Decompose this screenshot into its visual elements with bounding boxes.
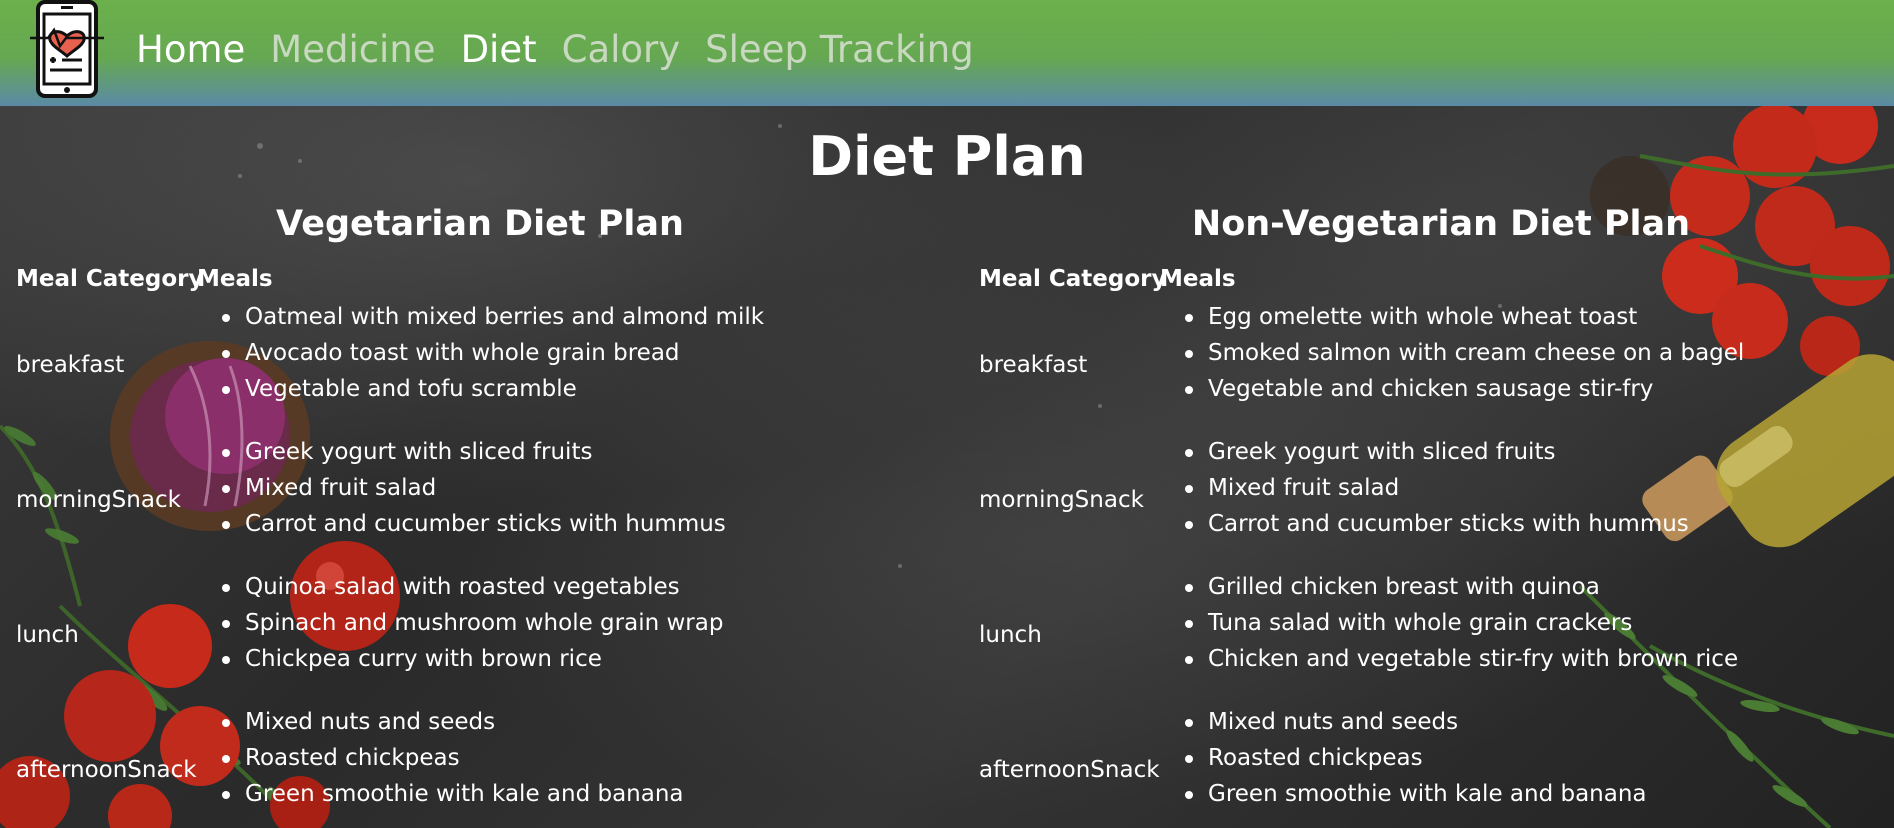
nonveg-header-meals: Meals	[1160, 266, 1236, 292]
list-item: Chicken and vegetable stir-fry with brow…	[1185, 641, 1738, 677]
list-item: Green smoothie with kale and banana	[1185, 776, 1647, 812]
list-item: Mixed fruit salad	[1185, 470, 1689, 506]
non-vegetarian-section-title: Non-Vegetarian Diet Plan	[1191, 204, 1691, 244]
veg-category-breakfast: breakfast	[16, 352, 125, 378]
nonveg-breakfast-meal-list: Egg omelette with whole wheat toast Smok…	[1185, 299, 1744, 407]
list-item: Chickpea curry with brown rice	[222, 641, 723, 677]
veg-morning-snack-meal-list: Greek yogurt with sliced fruits Mixed fr…	[222, 434, 726, 542]
nav-medicine-link[interactable]: Medicine	[270, 20, 435, 80]
nonveg-header-category: Meal Category	[979, 266, 1167, 292]
list-item: Egg omelette with whole wheat toast	[1185, 299, 1744, 335]
nav-diet-link[interactable]: Diet	[461, 20, 537, 80]
veg-category-morning-snack: morningSnack	[16, 487, 181, 513]
vegetarian-section-title: Vegetarian Diet Plan	[276, 204, 684, 244]
nonveg-category-morning-snack: morningSnack	[979, 487, 1144, 513]
list-item: Carrot and cucumber sticks with hummus	[222, 506, 726, 542]
veg-breakfast-meal-list: Oatmeal with mixed berries and almond mi…	[222, 299, 764, 407]
veg-lunch-meal-list: Quinoa salad with roasted vegetables Spi…	[222, 569, 723, 677]
nonveg-category-breakfast: breakfast	[979, 352, 1088, 378]
veg-header-meals: Meals	[197, 266, 273, 292]
veg-afternoon-snack-meal-list: Mixed nuts and seeds Roasted chickpeas G…	[222, 704, 684, 812]
veg-category-afternoon-snack: afternoonSnack	[16, 757, 197, 783]
list-item: Avocado toast with whole grain bread	[222, 335, 764, 371]
nonveg-lunch-meal-list: Grilled chicken breast with quinoa Tuna …	[1185, 569, 1738, 677]
nonveg-category-afternoon-snack: afternoonSnack	[979, 757, 1160, 783]
page-title: Diet Plan	[808, 125, 1086, 188]
nav-sleep-tracking-link[interactable]: Sleep Tracking	[705, 20, 974, 80]
list-item: Quinoa salad with roasted vegetables	[222, 569, 723, 605]
list-item: Spinach and mushroom whole grain wrap	[222, 605, 723, 641]
list-item: Tuna salad with whole grain crackers	[1185, 605, 1738, 641]
list-item: Roasted chickpeas	[1185, 740, 1647, 776]
nav-calory-link[interactable]: Calory	[562, 20, 681, 80]
list-item: Grilled chicken breast with quinoa	[1185, 569, 1738, 605]
list-item: Carrot and cucumber sticks with hummus	[1185, 506, 1689, 542]
medical-phone-heart-icon[interactable]	[28, 0, 112, 100]
list-item: Mixed nuts and seeds	[1185, 704, 1647, 740]
list-item: Oatmeal with mixed berries and almond mi…	[222, 299, 764, 335]
veg-category-lunch: lunch	[16, 622, 79, 648]
list-item: Green smoothie with kale and banana	[222, 776, 684, 812]
list-item: Mixed fruit salad	[222, 470, 726, 506]
list-item: Smoked salmon with cream cheese on a bag…	[1185, 335, 1744, 371]
veg-header-category: Meal Category	[16, 266, 204, 292]
nav-home-link[interactable]: Home	[136, 20, 245, 80]
list-item: Vegetable and chicken sausage stir-fry	[1185, 371, 1744, 407]
nonveg-morning-snack-meal-list: Greek yogurt with sliced fruits Mixed fr…	[1185, 434, 1689, 542]
list-item: Vegetable and tofu scramble	[222, 371, 764, 407]
top-navbar: Home Medicine Diet Calory Sleep Tracking	[0, 0, 1894, 106]
nonveg-category-lunch: lunch	[979, 622, 1042, 648]
main-nav: Home Medicine Diet Calory Sleep Tracking	[136, 20, 974, 80]
list-item: Mixed nuts and seeds	[222, 704, 684, 740]
nonveg-afternoon-snack-meal-list: Mixed nuts and seeds Roasted chickpeas G…	[1185, 704, 1647, 812]
list-item: Roasted chickpeas	[222, 740, 684, 776]
list-item: Greek yogurt with sliced fruits	[1185, 434, 1689, 470]
list-item: Greek yogurt with sliced fruits	[222, 434, 726, 470]
